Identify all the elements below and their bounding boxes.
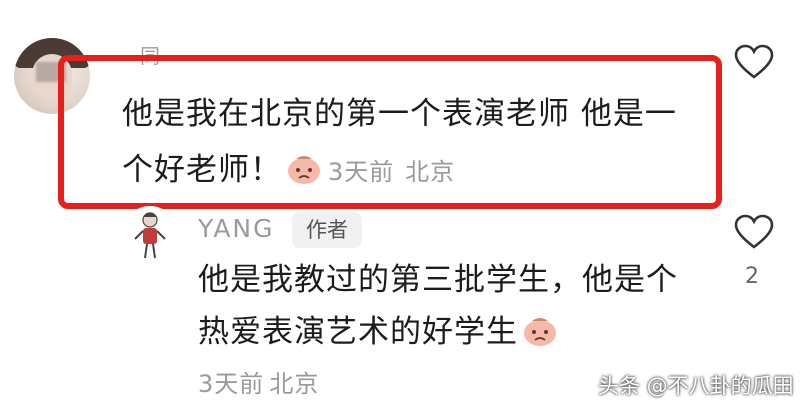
reply-text: 他是我教过的第三批学生，他是个 热爱表演艺术的好学生 xyxy=(198,254,718,358)
like-count: 2 xyxy=(745,264,759,289)
watermark: 头条 @不八卦的瓜田 xyxy=(598,374,794,398)
comment-location: 北京 xyxy=(405,158,456,186)
comment-text-line2: 个好老师！ xyxy=(122,152,282,188)
comment-text: 他是我在北京的第一个表演老师 他是一 个好老师！ 3天前 北京 xyxy=(122,86,702,200)
comment-time: 3天前 xyxy=(328,158,395,186)
author-name[interactable]: YANG xyxy=(198,214,275,243)
reply-location: 北京 xyxy=(269,370,320,398)
author-avatar[interactable] xyxy=(122,206,178,262)
reply-text-line2: 热爱表演艺术的好学生 xyxy=(198,314,518,350)
author-avatar-figure-icon xyxy=(134,212,166,259)
like-heart-icon[interactable] xyxy=(734,44,774,80)
reply-meta: 3天前 北京 xyxy=(198,364,319,399)
sad-face-emoji-icon xyxy=(524,318,556,346)
author-badge: 作者 xyxy=(292,212,362,248)
reply-time: 3天前 xyxy=(198,370,265,398)
sad-face-emoji-icon xyxy=(288,156,320,184)
reply-text-line1: 他是我教过的第三批学生，他是个 xyxy=(198,262,678,298)
comment-text-line1: 他是我在北京的第一个表演老师 他是一 xyxy=(122,96,677,132)
like-heart-icon[interactable] xyxy=(734,214,774,250)
